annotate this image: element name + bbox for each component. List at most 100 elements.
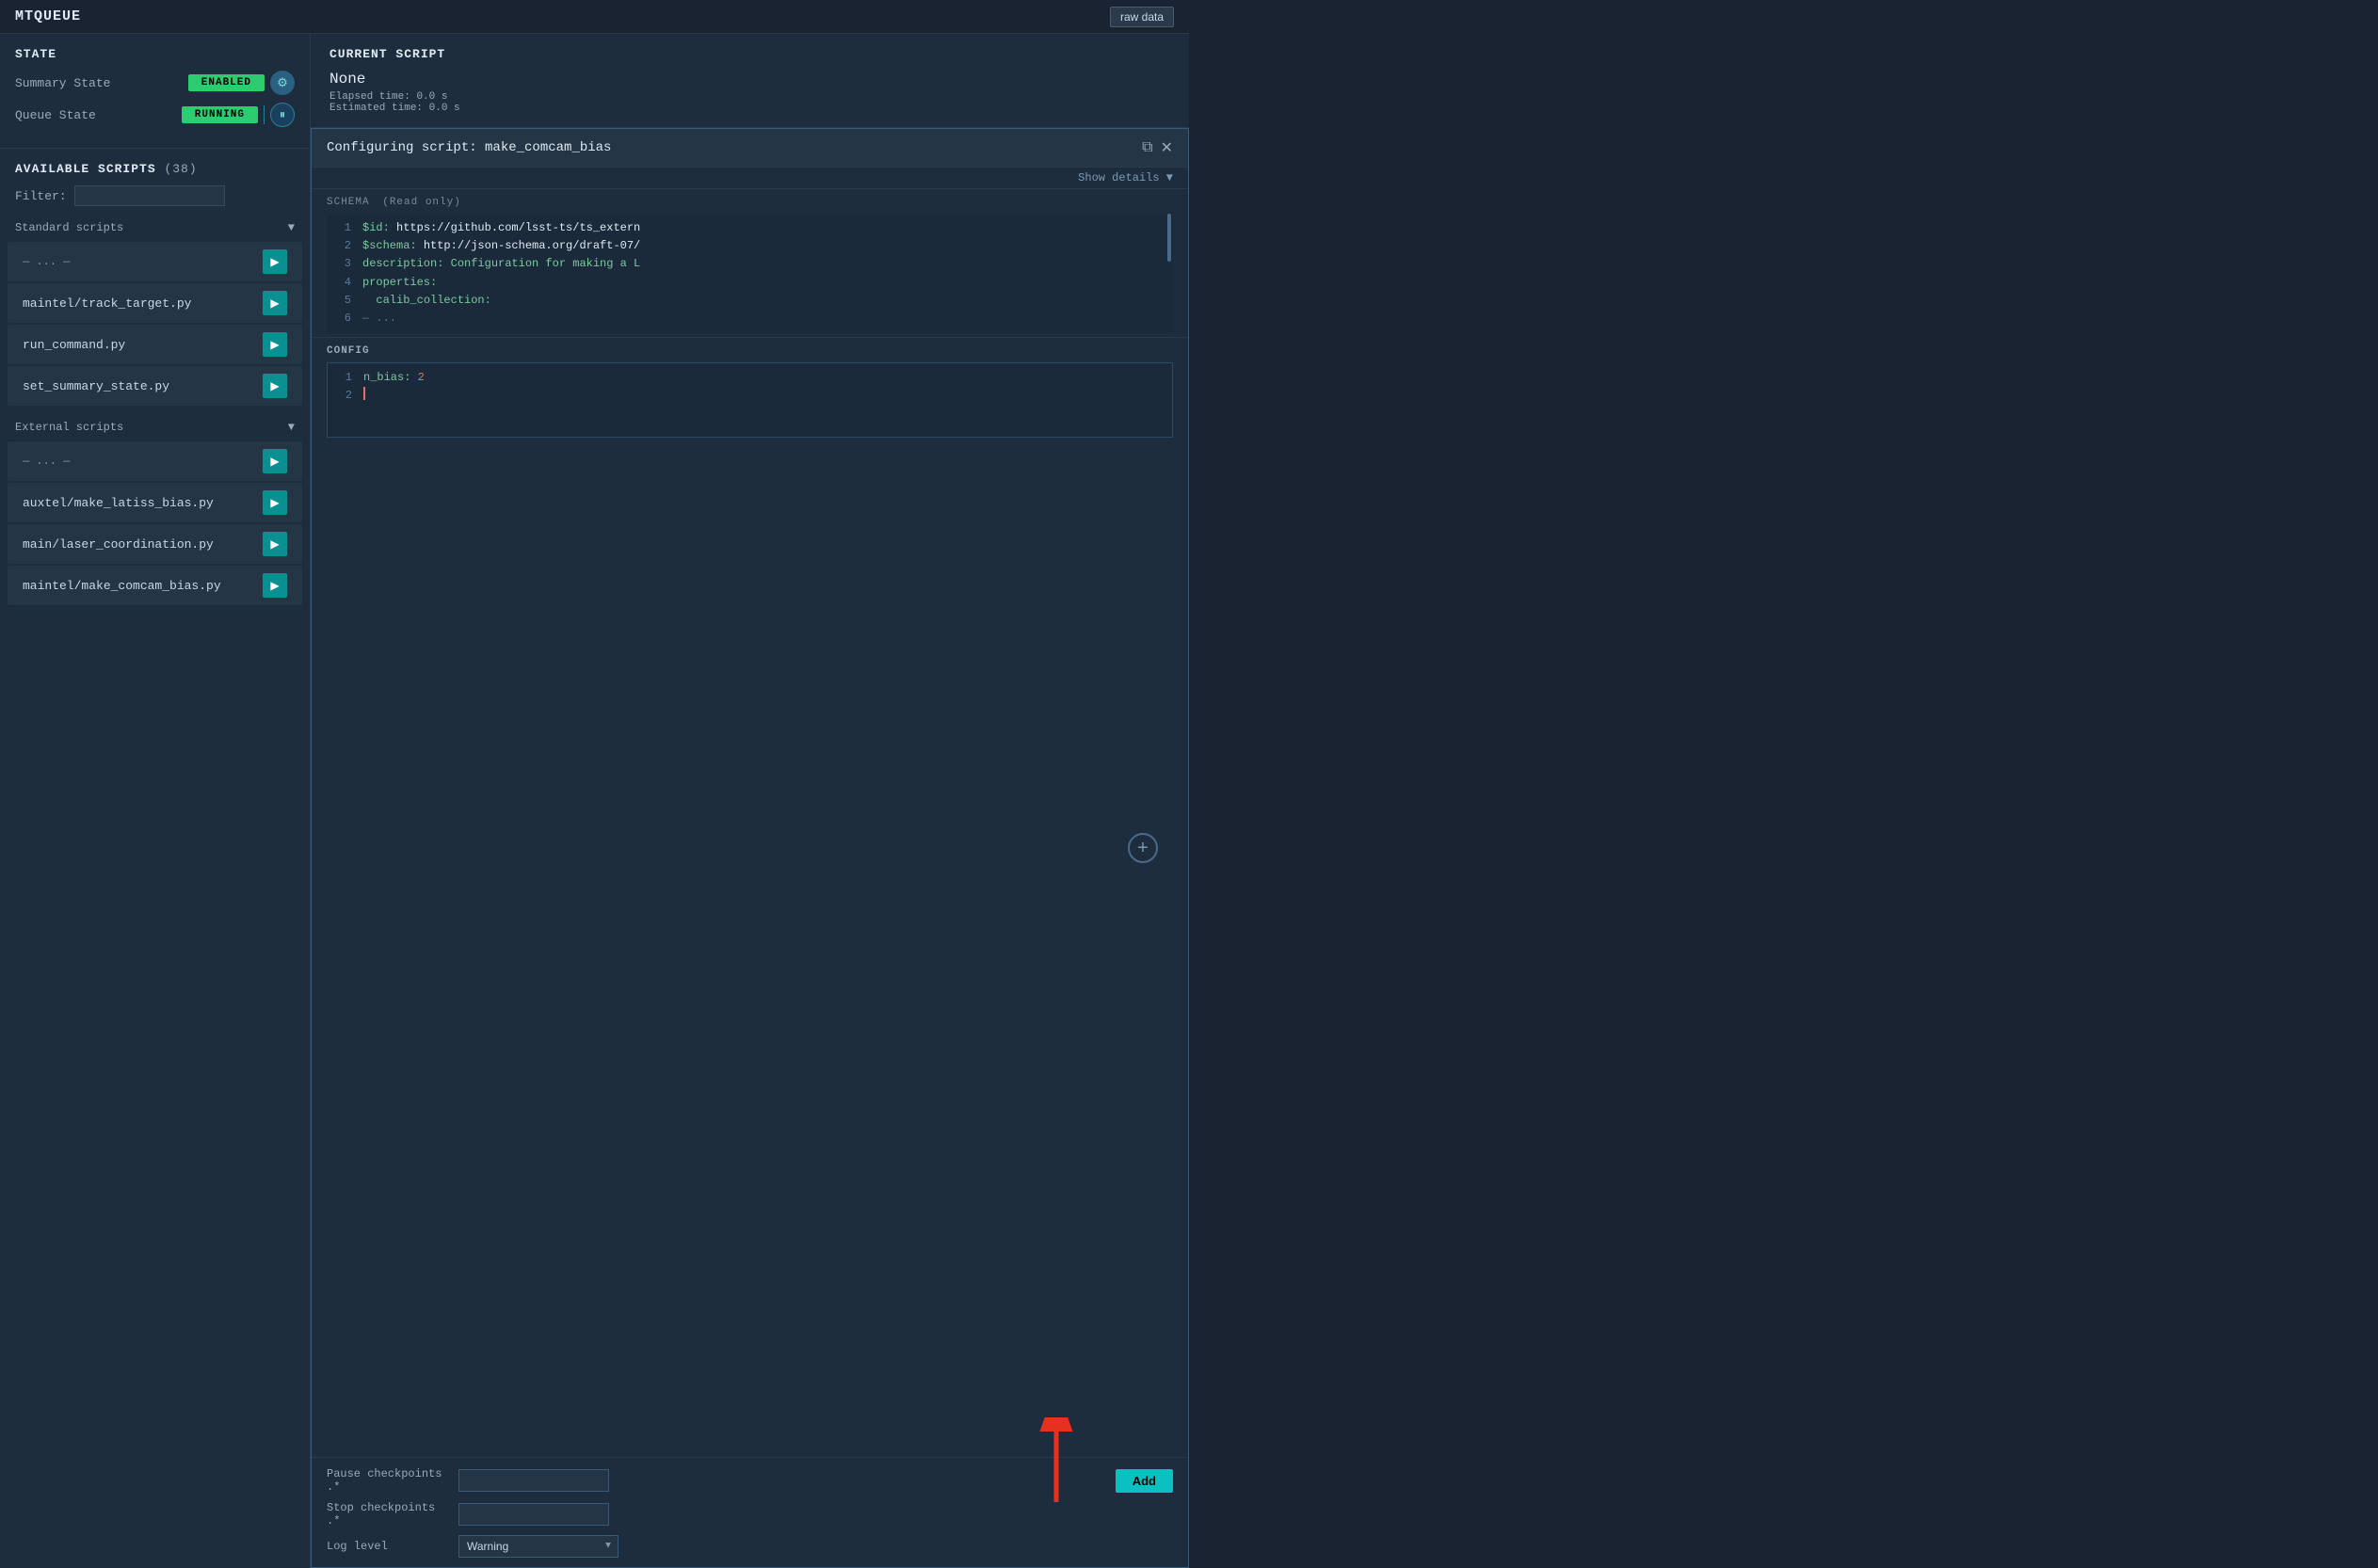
script-name: set_summary_state.py	[23, 379, 169, 393]
schema-scrollbar[interactable]	[1167, 214, 1171, 262]
current-script-title: CURRENT SCRIPT	[329, 47, 1170, 61]
list-item[interactable]: maintel/make_comcam_bias.py ▶	[8, 566, 302, 605]
scripts-header: AVAILABLE SCRIPTS (38) Filter:	[0, 162, 310, 206]
config-label: CONFIG	[327, 345, 1173, 357]
queue-state-badge: RUNNING	[182, 106, 258, 123]
dialog-header-actions: ⧉ ✕	[1142, 138, 1173, 157]
plus-icon: +	[1137, 838, 1149, 859]
standard-chevron-icon: ▼	[288, 221, 295, 234]
state-section: STATE Summary State ENABLED ⚙ Queue Stat…	[0, 34, 310, 149]
schema-code-block: 1 $id: https://github.com/lsst-ts/ts_ext…	[327, 214, 1173, 333]
divider	[264, 105, 265, 124]
scripts-section: AVAILABLE SCRIPTS (38) Filter: Standard …	[0, 149, 310, 1568]
summary-state-badge: ENABLED	[188, 74, 265, 91]
configure-dialog: Configuring script: make_comcam_bias ⧉ ✕	[311, 128, 1189, 1568]
run-icon: ▶	[270, 255, 279, 268]
summary-state-controls: ENABLED ⚙	[188, 71, 295, 95]
list-item[interactable]: — ... — ▶	[8, 441, 302, 481]
code-line: 2 $schema: http://json-schema.org/draft-…	[336, 237, 1164, 255]
run-icon: ▶	[270, 338, 279, 351]
gear-button[interactable]: ⚙	[270, 71, 295, 95]
log-level-label: Log level	[327, 1540, 449, 1553]
filter-input[interactable]	[74, 185, 225, 206]
script-run-button[interactable]: ▶	[263, 490, 287, 515]
right-panel: CURRENT SCRIPT None Elapsed time: 0.0 s …	[311, 34, 1189, 1568]
list-item[interactable]: run_command.py ▶	[8, 325, 302, 364]
estimated-time: Estimated time: 0.0 s	[329, 103, 1170, 114]
pause-icon: ⏸	[280, 107, 286, 122]
list-item[interactable]: auxtel/make_latiss_bias.py ▶	[8, 483, 302, 522]
pause-checkpoints-label: Pause checkpoints .*	[327, 1467, 449, 1494]
stop-checkpoints-label: Stop checkpoints .*	[327, 1501, 449, 1528]
schema-section: SCHEMA (Read only) 1 $id: https://github…	[312, 189, 1188, 338]
copy-icon: ⧉	[1142, 139, 1152, 155]
code-line: 3 description: Configuration for making …	[336, 255, 1164, 273]
plus-button[interactable]: +	[1128, 833, 1158, 863]
script-name-truncated: — ... —	[23, 255, 70, 268]
stop-checkpoints-input[interactable]	[458, 1503, 609, 1526]
code-line: 5 calib_collection:	[336, 292, 1164, 310]
script-run-button[interactable]: ▶	[263, 449, 287, 473]
list-item[interactable]: set_summary_state.py ▶	[8, 366, 302, 406]
run-icon: ▶	[270, 496, 279, 509]
pause-checkpoints-input[interactable]	[458, 1469, 609, 1492]
external-scripts-group[interactable]: External scripts ▼	[0, 415, 310, 440]
run-icon: ▶	[270, 296, 279, 310]
cursor-line: 2	[337, 387, 1163, 405]
script-run-button[interactable]: ▶	[263, 249, 287, 274]
code-line: 1 $id: https://github.com/lsst-ts/ts_ext…	[336, 219, 1164, 237]
top-bar: MTQUEUE raw data	[0, 0, 1189, 34]
pause-button[interactable]: ⏸	[270, 103, 295, 127]
text-cursor	[363, 387, 365, 400]
script-run-button[interactable]: ▶	[263, 374, 287, 398]
queue-state-controls: RUNNING ⏸	[182, 103, 295, 127]
show-details[interactable]: Show details ▼	[312, 168, 1188, 189]
left-panel: STATE Summary State ENABLED ⚙ Queue Stat…	[0, 34, 311, 1568]
code-line: 6 — ...	[336, 310, 1164, 328]
raw-data-button[interactable]: raw data	[1110, 7, 1174, 27]
script-name: maintel/make_comcam_bias.py	[23, 579, 221, 593]
summary-state-label: Summary State	[15, 76, 110, 90]
log-level-row: Log level Debug Info Warning Error Criti…	[327, 1535, 1173, 1558]
dialog-header: Configuring script: make_comcam_bias ⧉ ✕	[312, 129, 1188, 168]
close-icon: ✕	[1161, 140, 1173, 156]
script-name-truncated: — ... —	[23, 455, 70, 468]
list-item[interactable]: — ... — ▶	[8, 242, 302, 281]
log-level-select[interactable]: Debug Info Warning Error Critical	[458, 1535, 619, 1558]
add-button[interactable]: Add	[1116, 1469, 1173, 1493]
arrow-annotation	[1028, 1417, 1085, 1515]
content-area: STATE Summary State ENABLED ⚙ Queue Stat…	[0, 34, 1189, 1568]
copy-button[interactable]: ⧉	[1142, 139, 1152, 156]
run-icon: ▶	[270, 537, 279, 551]
script-name: run_command.py	[23, 338, 125, 352]
current-script-section: CURRENT SCRIPT None Elapsed time: 0.0 s …	[311, 34, 1189, 128]
run-icon: ▶	[270, 379, 279, 392]
list-item[interactable]: maintel/track_target.py ▶	[8, 283, 302, 323]
code-line: 1 n_bias: 2	[337, 369, 1163, 387]
right-bottom: Configuring script: make_comcam_bias ⧉ ✕	[311, 128, 1189, 1568]
run-icon: ▶	[270, 455, 279, 468]
arrow-svg	[1028, 1417, 1085, 1512]
script-run-button[interactable]: ▶	[263, 532, 287, 556]
script-name: main/laser_coordination.py	[23, 537, 214, 552]
config-editor[interactable]: 1 n_bias: 2 2	[327, 362, 1173, 438]
script-name: auxtel/make_latiss_bias.py	[23, 496, 214, 510]
dialog-title: Configuring script: make_comcam_bias	[327, 140, 611, 155]
script-name: maintel/track_target.py	[23, 296, 191, 311]
script-run-button[interactable]: ▶	[263, 332, 287, 357]
close-button[interactable]: ✕	[1161, 138, 1173, 157]
code-line: 4 properties:	[336, 274, 1164, 292]
filter-label: Filter:	[15, 189, 67, 203]
summary-state-row: Summary State ENABLED ⚙	[15, 71, 295, 95]
state-title: STATE	[15, 47, 295, 61]
scripts-title: AVAILABLE SCRIPTS (38)	[15, 162, 295, 176]
script-run-button[interactable]: ▶	[263, 291, 287, 315]
standard-scripts-group[interactable]: Standard scripts ▼	[0, 216, 310, 240]
script-run-button[interactable]: ▶	[263, 573, 287, 598]
gear-icon: ⚙	[277, 75, 288, 90]
queue-state-row: Queue State RUNNING ⏸	[15, 103, 295, 127]
current-script-name: None	[329, 71, 1170, 88]
log-level-wrapper: Debug Info Warning Error Critical ▼	[458, 1535, 619, 1558]
list-item[interactable]: main/laser_coordination.py ▶	[8, 524, 302, 564]
config-section: CONFIG 1 n_bias: 2 2	[312, 338, 1188, 1457]
